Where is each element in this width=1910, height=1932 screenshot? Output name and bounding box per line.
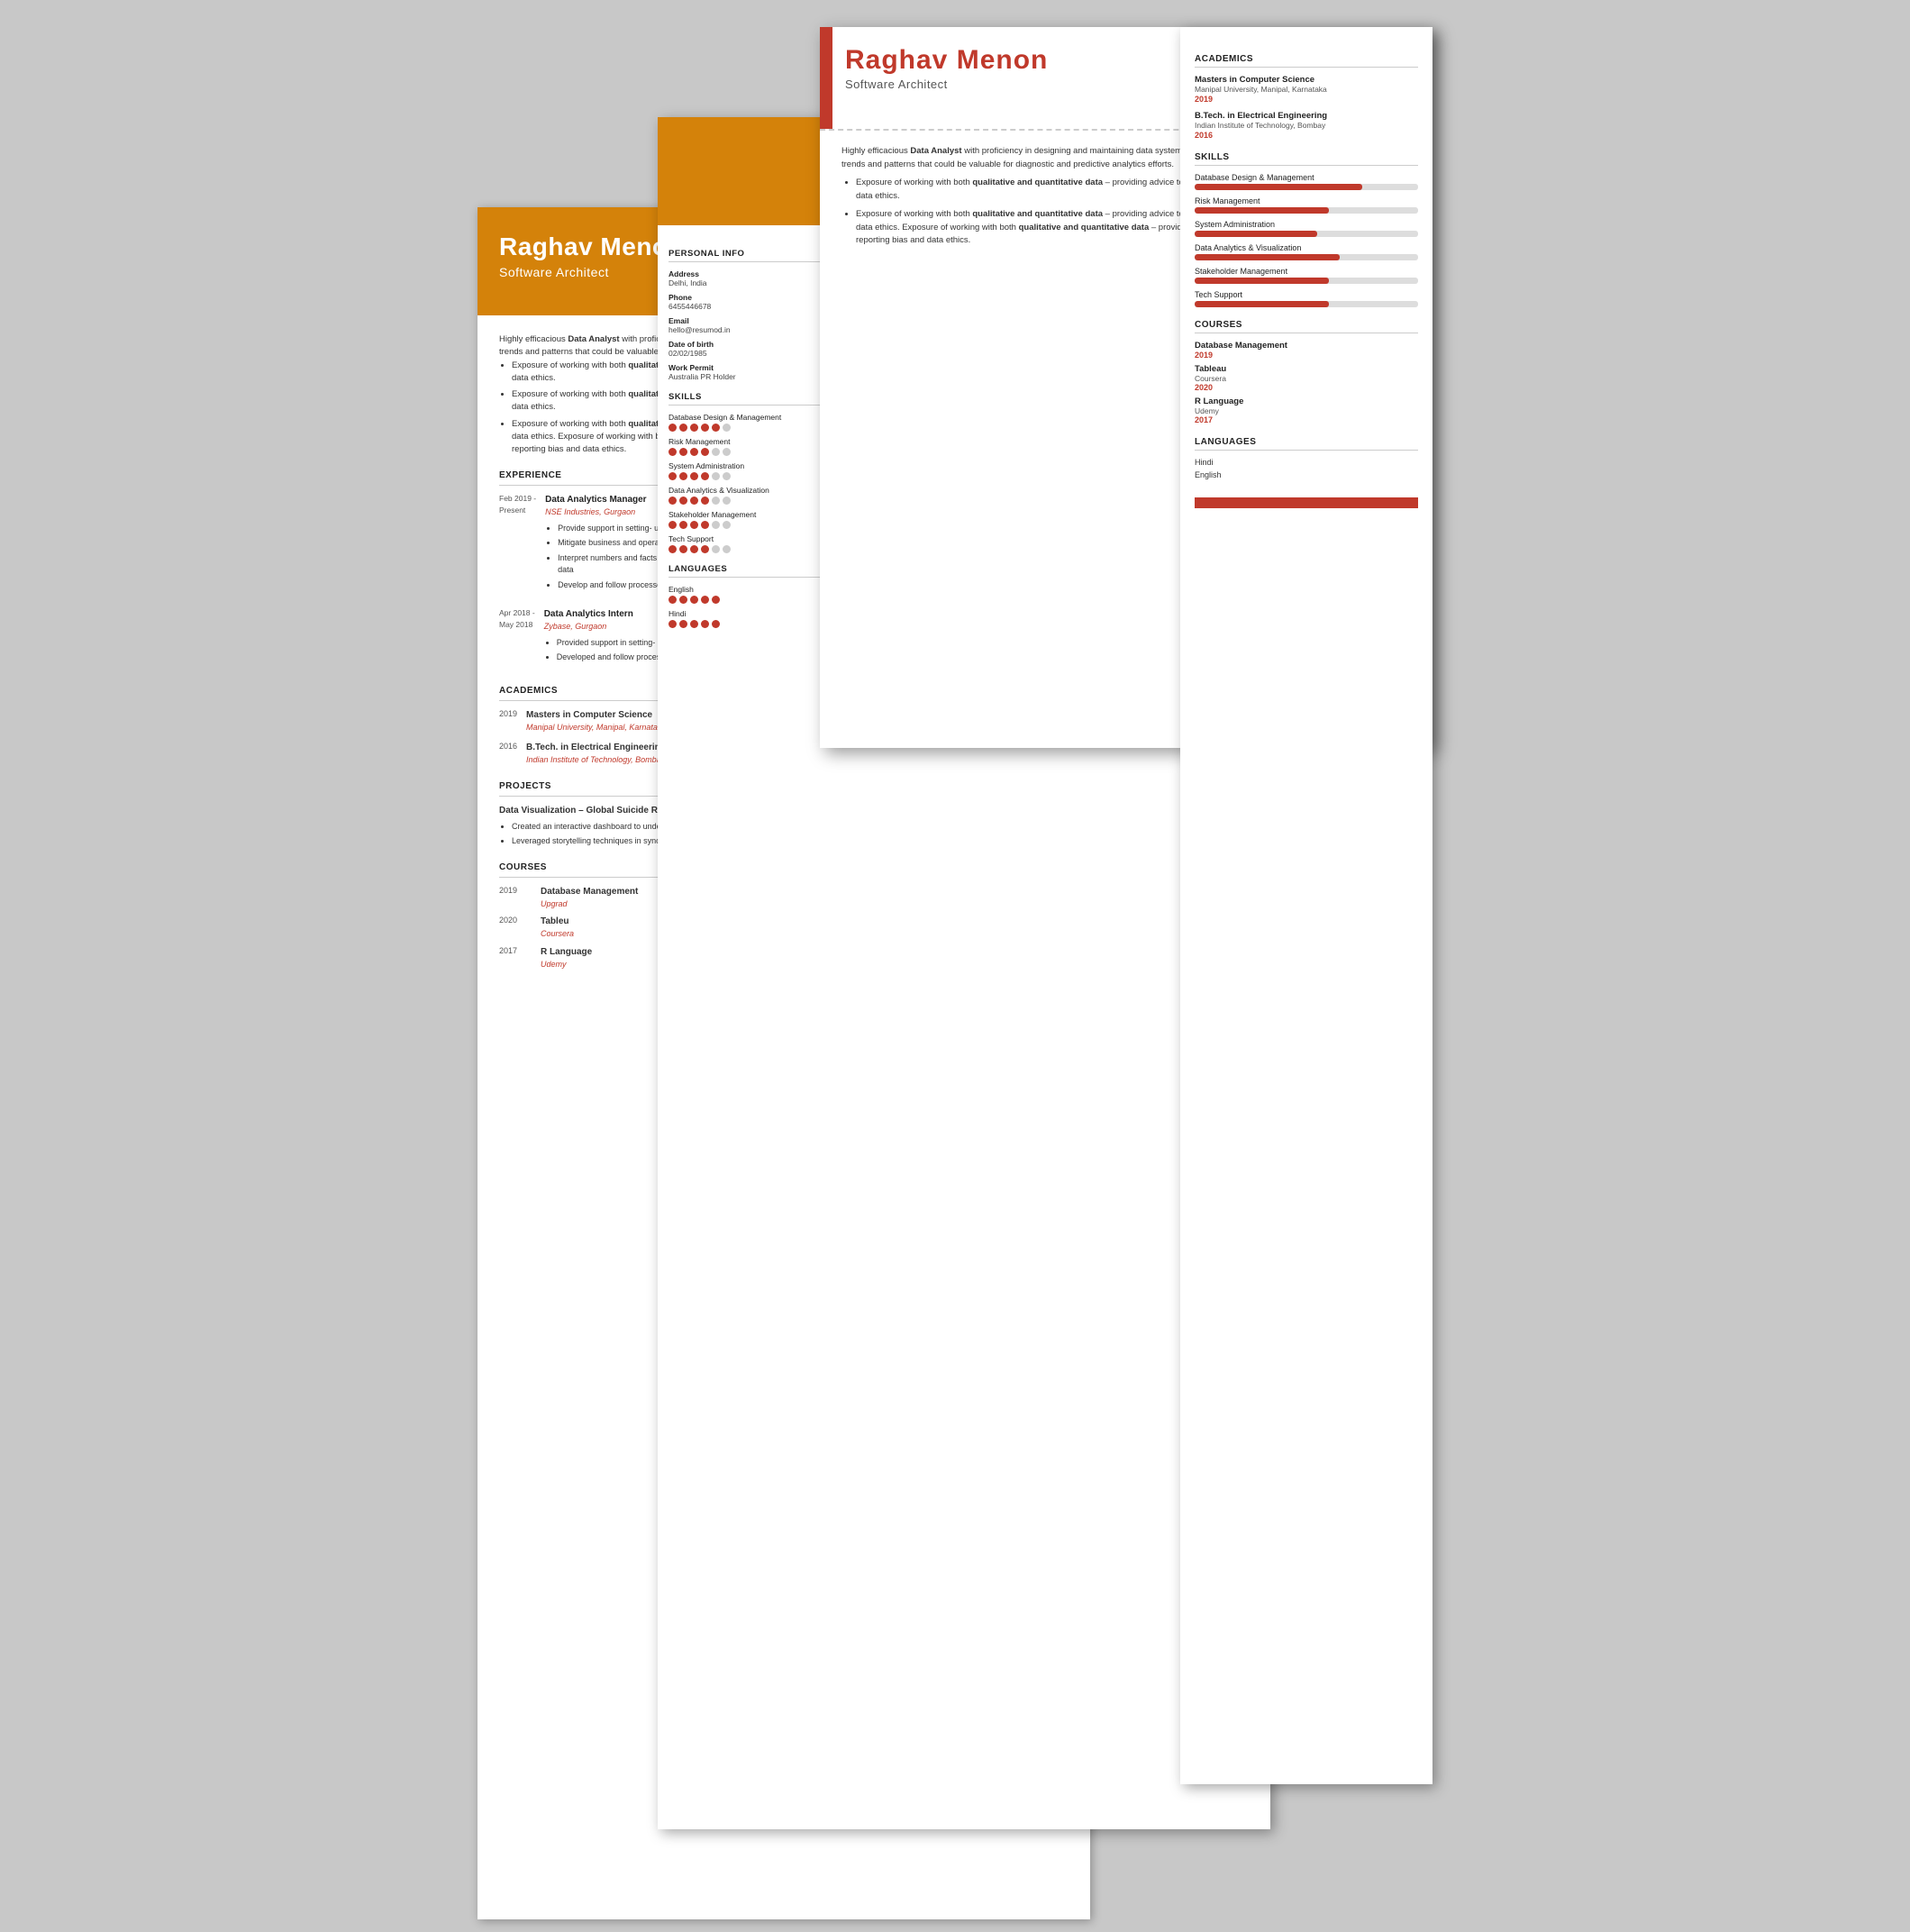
sidebar-skill-3: System Administration: [1195, 220, 1418, 237]
middle-personal-title: PERSONAL INFO: [668, 249, 845, 262]
sidebar-bottom-bar: [1195, 497, 1418, 508]
front-title: Software Architect: [845, 77, 1181, 91]
sidebar-course-2: Tableau Coursera 2020: [1195, 364, 1418, 392]
front-name: Raghav Menon: [845, 45, 1181, 76]
sidebar-course-3: R Language Udemy 2017: [1195, 396, 1418, 424]
middle-lang-hi: Hindi: [668, 609, 845, 628]
sidebar-acad-2: B.Tech. in Electrical Engineering Indian…: [1195, 111, 1418, 140]
skill-dots-4: [668, 497, 845, 505]
middle-lang-en: English: [668, 585, 845, 604]
skill-dots-3: [668, 472, 845, 480]
sidebar-lang-hindi: Hindi: [1195, 458, 1418, 467]
sidebar-skills-title: SKILLS: [1195, 152, 1418, 166]
sidebar-skill-1: Database Design & Management: [1195, 173, 1418, 190]
front-accent-bar: [820, 27, 832, 129]
sidebar-skill-4: Data Analytics & Visualization: [1195, 243, 1418, 260]
sidebar-skill-6: Tech Support: [1195, 290, 1418, 307]
sidebar-skill-2: Risk Management: [1195, 196, 1418, 214]
middle-lang-title: LANGUAGES: [668, 564, 845, 578]
sidebar-acad-title: ACADEMICS: [1195, 54, 1418, 68]
skill-dots-5: [668, 521, 845, 529]
sidebar-skill-5: Stakeholder Management: [1195, 267, 1418, 284]
sidebar-courses-title: COURSES: [1195, 320, 1418, 333]
sidebar-course-1: Database Management 2019: [1195, 341, 1418, 360]
skill-dots-6: [668, 545, 845, 553]
skill-dots-1: [668, 424, 845, 432]
middle-skills-title: SKILLS: [668, 392, 845, 406]
skill-dots-2: [668, 448, 845, 456]
sidebar-lang-title: LANGUAGES: [1195, 437, 1418, 451]
sidebar-lang-english: English: [1195, 470, 1418, 479]
sidebar-acad-1: Masters in Computer Science Manipal Univ…: [1195, 75, 1418, 104]
front-header-content: Raghav Menon Software Architect: [832, 27, 1199, 129]
right-sidebar-resume: ACADEMICS Masters in Computer Science Ma…: [1180, 27, 1432, 1784]
